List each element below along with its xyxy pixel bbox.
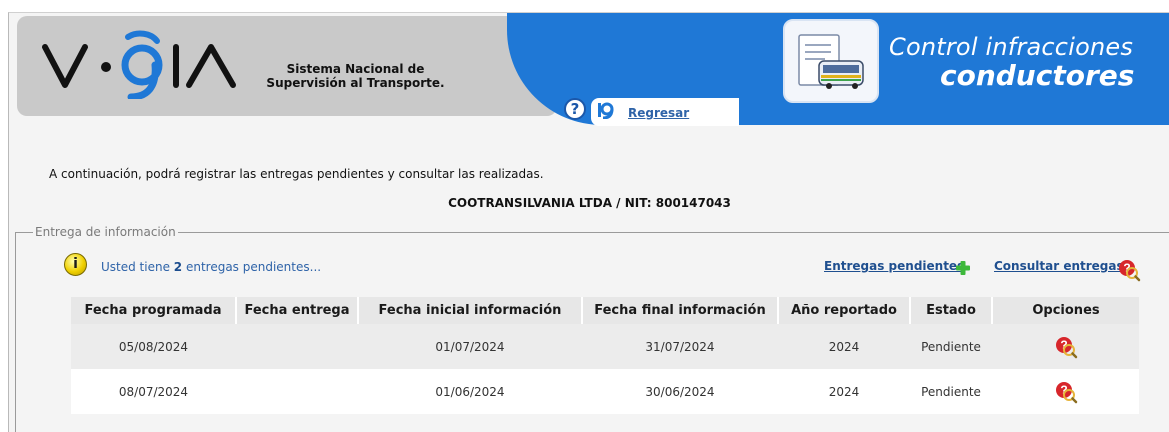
col-fecha-final: Fecha final información bbox=[582, 297, 779, 324]
module-title-line2: conductores bbox=[940, 59, 1135, 92]
company-nit: COOTRANSILVANIA LTDA / NIT: 800147043 bbox=[448, 196, 731, 210]
cell-fecha-programada: 08/07/2024 bbox=[71, 369, 236, 414]
col-fecha-entrega: Fecha entrega bbox=[236, 297, 359, 324]
vigia-logo bbox=[42, 30, 236, 99]
col-fecha-inicial: Fecha inicial información bbox=[358, 297, 583, 324]
col-opciones: Opciones bbox=[992, 297, 1139, 324]
table-row: 08/07/2024 01/06/2024 30/06/2024 2024 Pe… bbox=[71, 369, 1139, 414]
consult-icon[interactable]: ? bbox=[1054, 380, 1078, 404]
pending-suffix: entregas pendientes... bbox=[182, 260, 322, 274]
cell-fecha-programada: 05/08/2024 bbox=[71, 324, 236, 369]
cell-estado: Pendiente bbox=[910, 369, 992, 414]
intro-text: A continuación, podrá registrar las entr… bbox=[49, 167, 544, 181]
back-button[interactable]: Regresar bbox=[591, 98, 739, 126]
cell-fecha-entrega bbox=[236, 369, 358, 414]
back-label[interactable]: Regresar bbox=[628, 106, 689, 120]
cell-opciones: ? bbox=[992, 369, 1139, 414]
consult-deliveries-link[interactable]: Consultar entregas bbox=[994, 259, 1124, 273]
pending-prefix: Usted tiene bbox=[101, 260, 174, 274]
module-title-line1: Control infracciones bbox=[889, 33, 1134, 61]
cell-fecha-final: 30/06/2024 bbox=[582, 369, 778, 414]
table-row: 05/08/2024 01/07/2024 31/07/2024 2024 Pe… bbox=[71, 324, 1139, 369]
help-button[interactable]: ? bbox=[564, 98, 586, 120]
cell-anio: 2024 bbox=[778, 369, 910, 414]
cell-opciones: ? bbox=[992, 324, 1139, 369]
pending-message: Usted tiene 2 entregas pendientes... bbox=[101, 260, 321, 274]
consult-icon[interactable]: ? bbox=[1054, 335, 1078, 359]
col-fecha-programada: Fecha programada bbox=[71, 297, 237, 324]
fieldset-legend: Entrega de información bbox=[33, 225, 178, 239]
table-header-row: Fecha programada Fecha entrega Fecha ini… bbox=[71, 297, 1139, 324]
system-tagline: Sistema Nacional de Supervisión al Trans… bbox=[266, 62, 445, 90]
info-icon: i bbox=[64, 253, 87, 276]
bus-document-icon bbox=[783, 19, 879, 103]
cell-fecha-inicial: 01/07/2024 bbox=[358, 324, 582, 369]
deliveries-table: Fecha programada Fecha entrega Fecha ini… bbox=[71, 297, 1139, 414]
vigia-mini-icon bbox=[598, 102, 614, 119]
pending-count: 2 bbox=[173, 260, 183, 274]
col-anio-reportado: Año reportado bbox=[778, 297, 911, 324]
cell-fecha-entrega bbox=[236, 324, 358, 369]
pending-deliveries-link[interactable]: Entregas pendientes bbox=[824, 259, 964, 273]
consult-search-icon[interactable]: ? bbox=[1117, 258, 1141, 282]
col-estado: Estado bbox=[910, 297, 993, 324]
cell-fecha-inicial: 01/06/2024 bbox=[358, 369, 582, 414]
cell-estado: Pendiente bbox=[910, 324, 992, 369]
add-plus-icon[interactable] bbox=[955, 260, 971, 276]
cell-fecha-final: 31/07/2024 bbox=[582, 324, 778, 369]
page: Sistema Nacional de Supervisión al Trans… bbox=[8, 12, 1169, 432]
cell-anio: 2024 bbox=[778, 324, 910, 369]
